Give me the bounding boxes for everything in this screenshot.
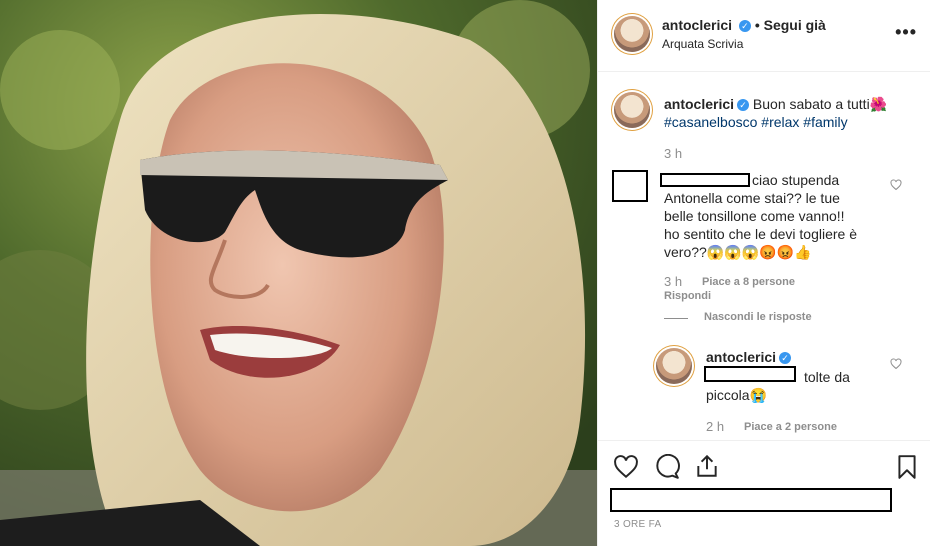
share-icon[interactable] bbox=[694, 453, 720, 479]
verified-icon: ✓ bbox=[738, 20, 751, 33]
post-actions: 3 ORE FA bbox=[598, 440, 930, 546]
replies-divider bbox=[664, 318, 688, 319]
reply-text-line2: piccola😭 bbox=[706, 387, 768, 403]
hide-replies-button[interactable]: Nascondi le risposte bbox=[704, 311, 812, 323]
reply-time[interactable]: 2 h bbox=[706, 419, 724, 434]
reply-header: antoclerici ✓ bbox=[706, 349, 792, 367]
caption-username[interactable]: antoclerici bbox=[664, 96, 734, 112]
avatar[interactable] bbox=[614, 16, 650, 52]
comment-text-line1: ciao stupenda bbox=[752, 172, 840, 188]
post-timestamp[interactable]: 3 ORE FA bbox=[614, 519, 661, 530]
comment-like-heart-icon[interactable] bbox=[890, 179, 902, 191]
caption-time[interactable]: 3 h bbox=[664, 146, 682, 161]
header-username[interactable]: antoclerici bbox=[662, 17, 732, 33]
reply-username[interactable]: antoclerici bbox=[706, 349, 776, 365]
post-photo[interactable] bbox=[0, 0, 597, 546]
post-side-panel: antoclerici ✓ • Segui già Arquata Scrivi… bbox=[597, 0, 930, 546]
caption-avatar[interactable] bbox=[614, 92, 650, 128]
reply-likes[interactable]: Piace a 2 persone bbox=[744, 421, 837, 433]
heart-icon[interactable] bbox=[613, 454, 639, 480]
post-header: antoclerici ✓ • Segui già Arquata Scrivi… bbox=[598, 0, 930, 72]
redacted-avatar bbox=[612, 170, 648, 202]
redacted-likes bbox=[610, 488, 892, 512]
comment-text: ciao stupenda Antonella come stai?? le t… bbox=[664, 171, 864, 261]
bookmark-icon[interactable] bbox=[894, 454, 920, 480]
follow-status[interactable]: • Segui già bbox=[755, 17, 826, 33]
reply-text-line1: tolte da bbox=[804, 369, 850, 385]
verified-icon: ✓ bbox=[779, 351, 792, 364]
caption: antoclerici ✓ Buon sabato a tutti🌺 #casan… bbox=[664, 95, 919, 131]
location[interactable]: Arquata Scrivia bbox=[662, 37, 743, 51]
verified-icon: ✓ bbox=[737, 99, 750, 112]
comment-text-rest: Antonella come stai?? le tue belle tonsi… bbox=[664, 190, 858, 260]
comment-time[interactable]: 3 h bbox=[664, 274, 682, 289]
caption-text: Buon sabato a tutti🌺 bbox=[752, 96, 888, 112]
post-image bbox=[0, 0, 597, 546]
comment-icon[interactable] bbox=[654, 454, 680, 480]
reply-avatar[interactable] bbox=[656, 348, 692, 384]
header-user-row: antoclerici ✓ • Segui già bbox=[662, 17, 826, 33]
reply-like-heart-icon[interactable] bbox=[890, 358, 902, 370]
comment-likes[interactable]: Piace a 8 persone bbox=[702, 276, 795, 288]
redacted-mention bbox=[704, 366, 796, 382]
more-horizontal-icon[interactable]: ••• bbox=[895, 22, 917, 43]
comment-reply-button[interactable]: Rispondi bbox=[664, 290, 711, 302]
caption-hashtags[interactable]: #casanelbosco #relax #family bbox=[664, 114, 848, 130]
